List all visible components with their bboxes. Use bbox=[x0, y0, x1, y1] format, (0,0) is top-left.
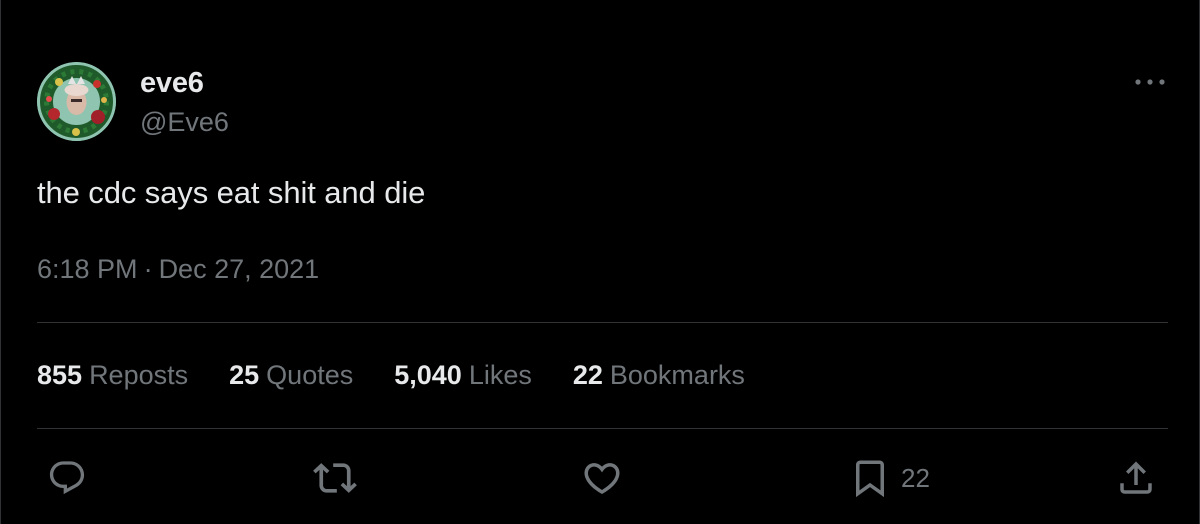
tweet-text: the cdc says eat shit and die bbox=[37, 175, 426, 210]
reply-button[interactable] bbox=[47, 456, 87, 500]
share-button[interactable] bbox=[1115, 456, 1157, 500]
repost-arrows-icon bbox=[313, 463, 357, 493]
bookmark-button[interactable]: 22 bbox=[849, 456, 930, 500]
engagement-stats: 855 Reposts 25 Quotes 5,040 Likes 22 Boo… bbox=[37, 360, 786, 391]
likes-label: Likes bbox=[468, 360, 532, 390]
like-button[interactable] bbox=[581, 456, 623, 500]
heart-icon bbox=[584, 463, 620, 495]
quotes-count: 25 bbox=[229, 360, 260, 390]
reposts-stat[interactable]: 855 Reposts bbox=[37, 360, 188, 391]
more-dots-icon bbox=[1135, 79, 1165, 85]
reposts-label: Reposts bbox=[89, 360, 189, 390]
display-name[interactable]: eve6 bbox=[140, 67, 204, 100]
bookmarks-stat[interactable]: 22 Bookmarks bbox=[573, 360, 745, 391]
tweet-card: eve6 @Eve6 the cdc says eat shit and die… bbox=[0, 0, 1200, 524]
divider-bottom bbox=[37, 428, 1168, 429]
quotes-stat[interactable]: 25 Quotes bbox=[229, 360, 353, 391]
divider-top bbox=[37, 322, 1168, 323]
speech-bubble-icon bbox=[49, 461, 85, 495]
timestamp-separator: · bbox=[143, 254, 153, 284]
tweet-time: 6:18 PM bbox=[37, 254, 138, 284]
tweet-timestamp[interactable]: 6:18 PM · Dec 27, 2021 bbox=[37, 254, 319, 285]
bookmark-action-count: 22 bbox=[901, 462, 930, 493]
bookmarks-label: Bookmarks bbox=[609, 360, 745, 390]
tweet-date: Dec 27, 2021 bbox=[158, 254, 320, 284]
quotes-label: Quotes bbox=[266, 360, 354, 390]
reposts-count: 855 bbox=[37, 360, 83, 390]
likes-count: 5,040 bbox=[394, 360, 462, 390]
share-upload-icon bbox=[1120, 461, 1152, 494]
bookmark-icon bbox=[856, 460, 884, 498]
avatar[interactable] bbox=[37, 62, 116, 141]
bookmarks-count: 22 bbox=[572, 360, 603, 390]
user-handle[interactable]: @Eve6 bbox=[140, 107, 229, 138]
more-options-button[interactable] bbox=[1127, 66, 1173, 98]
likes-stat[interactable]: 5,040 Likes bbox=[394, 360, 532, 391]
repost-button[interactable] bbox=[313, 456, 357, 500]
